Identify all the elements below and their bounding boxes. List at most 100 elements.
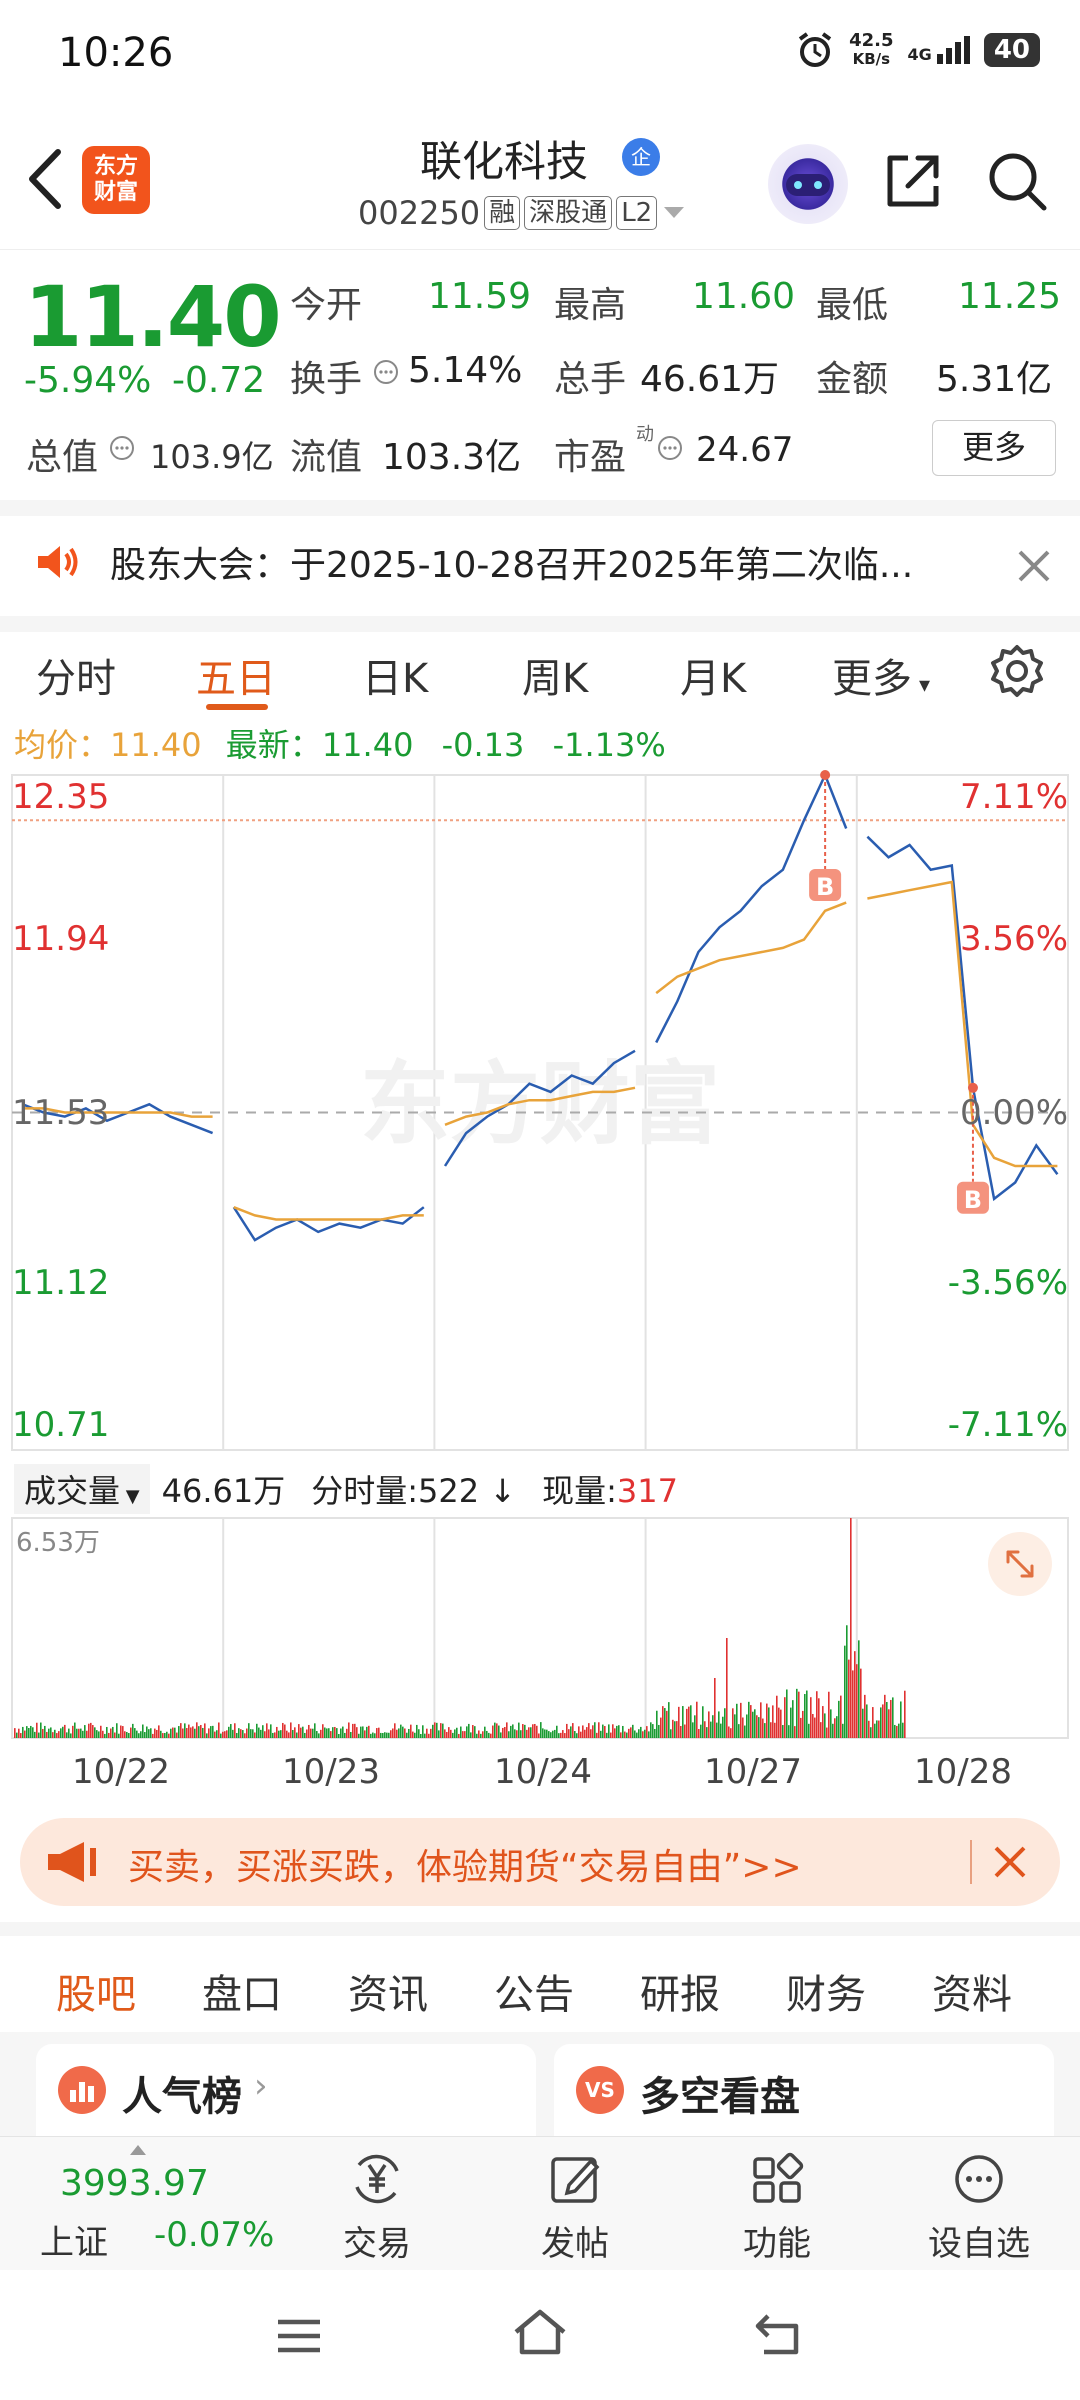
tab-weekly-k[interactable]: 周K (522, 646, 588, 704)
futures-ad-banner[interactable]: 买卖，买涨买跌，体验期货“交易自由”>> (20, 1818, 1060, 1906)
volume-bar (194, 1728, 196, 1738)
volume-bar (216, 1730, 218, 1738)
level2-tag: L2 (616, 196, 658, 230)
search-icon[interactable] (986, 150, 1048, 212)
close-icon[interactable] (1014, 546, 1054, 586)
volume-bar (650, 1722, 652, 1738)
volume-bar (634, 1730, 636, 1738)
volume-bar (498, 1725, 500, 1738)
nav-functions[interactable]: 功能 (732, 2151, 822, 2265)
expand-chart-button[interactable] (988, 1532, 1052, 1596)
volume-bar (352, 1723, 354, 1738)
margin-tag: 融 (484, 196, 521, 230)
volume-bar (768, 1707, 770, 1738)
volume-bar (98, 1731, 100, 1738)
index-percent: -0.07% (154, 2215, 275, 2255)
nav-trade[interactable]: 交易 (332, 2151, 422, 2265)
back-nav-icon[interactable] (752, 2310, 808, 2358)
volume-bar (196, 1722, 198, 1738)
volume-total: 46.61万 (161, 1472, 286, 1510)
stock-code-row[interactable]: 002250 融 深股通 L2 (358, 194, 687, 232)
nav-add-watchlist[interactable]: 设自选 (924, 2151, 1034, 2265)
volume-bar (54, 1729, 56, 1738)
index-value[interactable]: 3993.97 (60, 2163, 209, 2204)
volume-bar (60, 1728, 62, 1738)
change-percent: -5.94% (24, 360, 152, 401)
volume-bar (168, 1733, 170, 1738)
volume-bar (42, 1728, 44, 1738)
tab-intraday[interactable]: 分时 (36, 646, 116, 704)
tab-news[interactable]: 资讯 (348, 1962, 428, 2020)
popularity-card[interactable]: 人气榜 › (36, 2044, 536, 2144)
x-tick-1: 10/23 (282, 1752, 380, 1792)
volume-bar (282, 1722, 284, 1738)
volume-bar (852, 1670, 854, 1738)
tab-more[interactable]: 更多 ▾ (832, 646, 930, 704)
volume-bar (730, 1728, 732, 1738)
avg-price-series-line (233, 1206, 424, 1221)
share-icon[interactable] (882, 150, 944, 212)
tab-announcements[interactable]: 公告 (494, 1962, 574, 2020)
volume-bar (790, 1707, 792, 1738)
expand-icon (1006, 1550, 1034, 1578)
volume-bar (374, 1733, 376, 1738)
index-name: 上证 (40, 2223, 108, 2263)
close-icon[interactable] (988, 1840, 1032, 1884)
tab-guba[interactable]: 股吧 (56, 1962, 136, 2020)
more-quote-button[interactable]: 更多 (932, 420, 1056, 476)
bull-bear-card[interactable]: VS 多空看盘 (554, 2044, 1054, 2144)
volume-bar (400, 1724, 402, 1738)
tab-orderbook[interactable]: 盘口 (202, 1962, 282, 2020)
menu-icon[interactable] (274, 2316, 324, 2356)
volume-bar (802, 1710, 804, 1738)
volume-bar (848, 1659, 850, 1738)
volume-bar (636, 1732, 638, 1738)
volume-bar (686, 1708, 688, 1738)
home-icon[interactable] (510, 2306, 570, 2358)
volume-bar (142, 1724, 144, 1738)
info-icon[interactable] (108, 434, 136, 462)
ai-assistant-avatar[interactable] (768, 144, 848, 224)
app-logo[interactable]: 东方 财富 (82, 146, 150, 214)
back-button[interactable] (20, 144, 70, 214)
volume-bar (378, 1727, 380, 1738)
tab-five-day[interactable]: 五日 (196, 646, 276, 704)
volume-chart[interactable]: 6.53万 (0, 1514, 1080, 1754)
volume-bar (416, 1724, 418, 1738)
volume-bar (722, 1716, 724, 1738)
volume-bar (56, 1733, 58, 1738)
volume-bar (112, 1726, 114, 1738)
tab-monthly-k[interactable]: 月K (680, 646, 746, 704)
volume-bar (460, 1726, 462, 1738)
volume-chart-svg (11, 1517, 1069, 1739)
volume-bar (308, 1724, 310, 1738)
tab-daily-k[interactable]: 日K (362, 646, 428, 704)
volume-bar (130, 1727, 132, 1738)
volume-indicator-select[interactable]: 成交量 ▼ (14, 1464, 150, 1514)
volume-bar (366, 1726, 368, 1738)
volume-bar (562, 1730, 564, 1738)
tab-financials[interactable]: 财务 (786, 1962, 866, 2020)
nav-post[interactable]: 发帖 (530, 2151, 620, 2265)
volume-bar (504, 1727, 506, 1738)
volume-bar (638, 1729, 640, 1738)
volume-bar (210, 1726, 212, 1738)
five-day-price-chart[interactable]: 东方财富 B B 12.35 11.94 11.53 11.12 10.71 7.1… (0, 765, 1080, 1455)
tab-profile[interactable]: 资料 (932, 1962, 1012, 2020)
volume-bar (800, 1717, 802, 1738)
gear-icon[interactable] (988, 642, 1046, 700)
volume-bar (436, 1722, 438, 1738)
volume-bar (410, 1724, 412, 1738)
volume-bar (516, 1730, 518, 1738)
tab-research[interactable]: 研报 (640, 1962, 720, 2020)
volume-bar (590, 1729, 592, 1738)
notice-bar[interactable]: 股东大会：于2025-10-28召开2025年第二次临... (0, 500, 1080, 600)
feature-cards: 人气榜 › VS 多空看盘 (0, 2032, 1080, 2144)
info-icon[interactable] (372, 358, 400, 386)
volume-bar (866, 1704, 868, 1738)
status-time: 10:26 (58, 30, 174, 76)
volume-bar (546, 1729, 548, 1738)
volume-bar (882, 1704, 884, 1738)
info-icon[interactable] (656, 434, 684, 462)
volume-bar (346, 1728, 348, 1738)
